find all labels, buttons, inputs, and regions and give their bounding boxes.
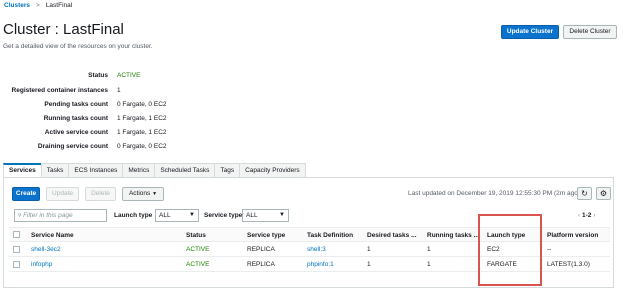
page-subtitle: Get a detailed view of the resources on … — [3, 43, 153, 50]
refresh-icon[interactable]: ↻ — [577, 187, 592, 200]
pagination-range: 1-2 — [581, 212, 592, 219]
detail-value-running-tasks: 1 Fargate, 1 EC2 — [117, 115, 167, 122]
update-cluster-button[interactable]: Update Cluster — [501, 25, 559, 39]
task-definition-link[interactable]: shell:3 — [307, 246, 326, 253]
filter-input[interactable]: ▿ Filter in this page — [14, 209, 107, 222]
running-tasks: 1 — [427, 261, 431, 268]
service-type-value: ALL — [246, 212, 258, 219]
tab-capacity-providers[interactable]: Capacity Providers — [239, 163, 306, 177]
breadcrumb-current: LastFinal — [45, 2, 73, 9]
filter-placeholder: Filter in this page — [23, 212, 73, 219]
detail-value-pending-tasks: 0 Fargate, 0 EC2 — [117, 101, 167, 108]
page-title: Cluster : LastFinal — [3, 21, 124, 38]
settings-gear-icon[interactable]: ⚙ — [596, 187, 611, 200]
column-desired-tasks[interactable]: Desired tasks ... — [367, 232, 417, 239]
service-status: ACTIVE — [186, 261, 210, 268]
service-type: REPLICA — [247, 246, 275, 253]
create-button[interactable]: Create — [12, 187, 40, 201]
column-running-tasks[interactable]: Running tasks ... — [427, 232, 479, 239]
task-definition-link[interactable]: phpinfo:1 — [307, 261, 334, 268]
tab-scheduled-tasks[interactable]: Scheduled Tasks — [154, 163, 216, 177]
column-service-type[interactable]: Service type — [247, 232, 285, 239]
filter-icon: ▿ — [18, 212, 22, 219]
detail-label-status: Status — [88, 72, 108, 79]
cluster-tabs: Services Tasks ECS Instances Metrics Sch… — [3, 163, 306, 177]
detail-value-registered-instances: 1 — [117, 87, 121, 94]
last-updated-text: Last updated on December 19, 2019 12:55:… — [408, 190, 580, 197]
column-task-definition[interactable]: Task Definition — [307, 232, 353, 239]
actions-dropdown[interactable]: Actions ▼ — [122, 187, 164, 201]
select-all-checkbox[interactable] — [13, 231, 20, 238]
tab-tasks[interactable]: Tasks — [40, 163, 70, 177]
breadcrumb-clusters-link[interactable]: Clusters — [4, 2, 30, 9]
column-status[interactable]: Status — [186, 232, 206, 239]
detail-value-active-services: 1 Fargate, 1 EC2 — [117, 129, 167, 136]
launch-type-value: ALL — [159, 212, 171, 219]
actions-label: Actions — [128, 190, 151, 197]
next-page-icon[interactable]: › — [593, 212, 595, 219]
tab-services[interactable]: Services — [3, 163, 42, 177]
service-type-select[interactable]: ALL ▼ — [242, 209, 289, 222]
prev-page-icon[interactable]: ‹ — [578, 212, 580, 219]
service-type: REPLICA — [247, 261, 275, 268]
running-tasks: 1 — [427, 246, 431, 253]
service-type-label: Service type — [204, 212, 243, 219]
platform-version: LATEST(1.3.0) — [547, 261, 590, 268]
service-status: ACTIVE — [186, 246, 210, 253]
row-checkbox[interactable] — [13, 261, 20, 268]
chevron-down-icon: ▼ — [189, 212, 195, 218]
launch-type-highlight-box — [478, 214, 542, 286]
breadcrumb-separator: > — [36, 2, 40, 9]
column-platform-version[interactable]: Platform version — [547, 232, 598, 239]
detail-label-draining-services: Draining service count — [37, 143, 108, 150]
desired-tasks: 1 — [367, 246, 371, 253]
launch-type-select[interactable]: ALL ▼ — [155, 209, 199, 222]
detail-label-active-services: Active service count — [44, 129, 108, 136]
update-button[interactable]: Update — [46, 187, 79, 201]
desired-tasks: 1 — [367, 261, 371, 268]
service-name-link[interactable]: infophp — [31, 261, 52, 268]
detail-value-draining-services: 0 Fargate, 0 EC2 — [117, 143, 167, 150]
chevron-down-icon: ▼ — [279, 212, 285, 218]
detail-label-registered-instances: Registered container instances — [11, 87, 108, 94]
breadcrumb: Clusters > LastFinal — [4, 1, 72, 11]
delete-cluster-button[interactable]: Delete Cluster — [563, 25, 617, 39]
row-checkbox[interactable] — [13, 246, 20, 253]
tab-metrics[interactable]: Metrics — [122, 163, 156, 177]
detail-label-pending-tasks: Pending tasks count — [44, 101, 108, 108]
column-service-name[interactable]: Service Name — [31, 232, 74, 239]
pagination: ‹ 1-2 › — [578, 212, 595, 219]
tab-ecs-instances[interactable]: ECS Instances — [68, 163, 124, 177]
detail-label-running-tasks: Running tasks count — [43, 115, 108, 122]
detail-value-status: ACTIVE — [117, 72, 141, 79]
launch-type-label: Launch type — [114, 212, 153, 219]
delete-button[interactable]: Delete — [85, 187, 116, 201]
platform-version: -- — [547, 246, 552, 253]
service-name-link[interactable]: shell-3ec2 — [31, 246, 61, 253]
tab-tags[interactable]: Tags — [214, 163, 241, 177]
caret-down-icon: ▼ — [152, 191, 158, 197]
